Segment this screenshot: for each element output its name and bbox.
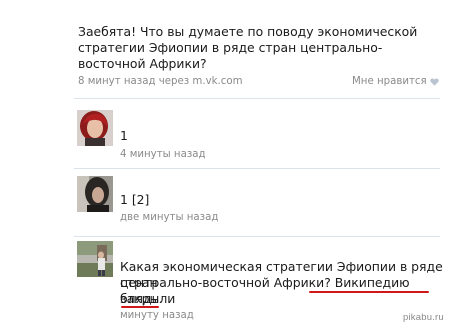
comment-timestamp[interactable]: две минуты назад	[120, 212, 218, 223]
like-button[interactable]: Мне нравится	[352, 76, 427, 87]
comment-text-line-3: блядь.	[120, 291, 163, 306]
post-timestamp[interactable]: 8 минут назад через m.vk.com	[78, 76, 243, 87]
avatar-dark-hair[interactable]	[77, 176, 113, 212]
wall-page: Заебята! Что вы думаете по поводу эконом…	[0, 0, 454, 329]
comment-timestamp[interactable]: минуту назад	[120, 310, 194, 321]
avatar-red-hair[interactable]	[77, 110, 113, 146]
post-text: Заебята! Что вы думаете по поводу эконом…	[78, 24, 418, 71]
red-underline	[121, 306, 159, 308]
divider	[74, 98, 440, 99]
watermark: pikabu.ru	[403, 312, 444, 323]
comment-text: 1	[120, 128, 128, 143]
avatar-outdoor-photo[interactable]	[77, 241, 113, 277]
red-underline	[309, 291, 429, 293]
wall-post: Заебята! Что вы думаете по поводу эконом…	[78, 24, 448, 87]
comment-text: 1 [2]	[120, 192, 150, 207]
comment-timestamp[interactable]: 4 минуты назад	[120, 149, 206, 160]
divider	[74, 168, 440, 169]
heart-icon[interactable]	[430, 78, 439, 86]
divider	[74, 236, 440, 237]
